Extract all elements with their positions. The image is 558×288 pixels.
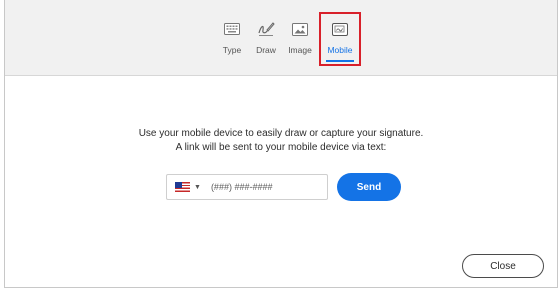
mobile-signature-dialog: Type Draw Image Mobile Use your mobile d… bbox=[4, 0, 558, 288]
signature-method-tabs: Type Draw Image Mobile bbox=[5, 0, 557, 76]
image-icon bbox=[292, 18, 308, 40]
instruction-text: Use your mobile device to easily draw or… bbox=[5, 127, 557, 155]
phone-input[interactable] bbox=[210, 182, 311, 192]
tab-label: Draw bbox=[256, 45, 276, 55]
tab-image[interactable]: Image bbox=[283, 14, 317, 64]
instruction-line-1: Use your mobile device to easily draw or… bbox=[138, 128, 424, 139]
mobile-icon bbox=[332, 18, 348, 40]
tab-draw[interactable]: Draw bbox=[249, 14, 283, 64]
tab-label: Mobile bbox=[327, 45, 353, 55]
tab-label: Image bbox=[288, 45, 312, 55]
us-flag-icon[interactable] bbox=[175, 182, 190, 192]
chevron-down-icon[interactable]: ▼ bbox=[194, 184, 201, 191]
send-button[interactable]: Send bbox=[337, 173, 401, 201]
pen-icon bbox=[257, 18, 275, 40]
tab-type[interactable]: Type bbox=[215, 14, 249, 64]
instruction-line-2: A link will be sent to your mobile devic… bbox=[175, 142, 387, 153]
keyboard-icon bbox=[224, 18, 240, 40]
phone-number-field: ▼ bbox=[166, 174, 328, 200]
tab-label: Type bbox=[222, 45, 242, 55]
close-button[interactable]: Close bbox=[462, 254, 544, 278]
tab-mobile[interactable]: Mobile bbox=[319, 12, 361, 66]
